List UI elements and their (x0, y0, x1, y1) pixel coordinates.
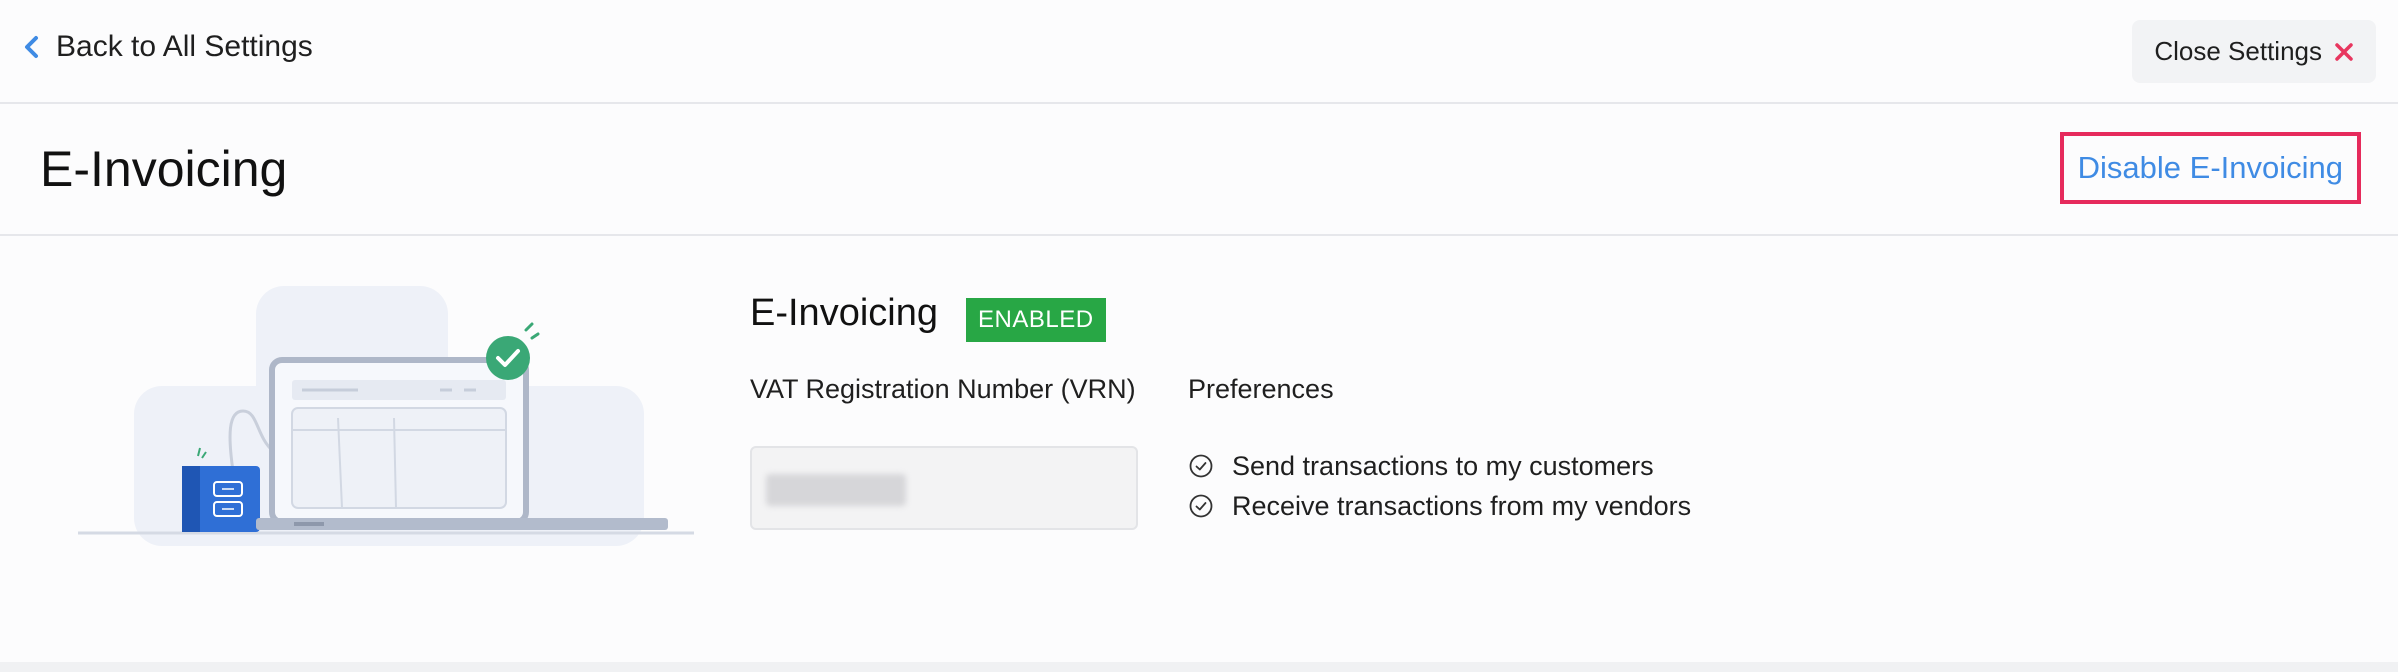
list-item: Receive transactions from my vendors (1188, 486, 1691, 526)
preferences-list: Send transactions to my customers Receiv… (1188, 446, 1691, 526)
einvoicing-illustration (78, 286, 694, 546)
preferences-label: Preferences (1188, 374, 1334, 404)
close-settings-button[interactable]: Close Settings (2132, 20, 2376, 83)
einvoicing-content: E-Invoicing ENABLED VAT Registration Num… (0, 236, 2398, 662)
list-item: Send transactions to my customers (1188, 446, 1691, 486)
preference-text: Send transactions to my customers (1232, 450, 1654, 481)
check-circle-icon (1189, 454, 1213, 478)
back-to-settings-link[interactable]: Back to All Settings (22, 30, 313, 64)
settings-topbar: Back to All Settings Close Settings (0, 0, 2398, 104)
preference-text: Receive transactions from my vendors (1232, 490, 1692, 521)
page-bottom-divider (0, 662, 2398, 672)
close-settings-label: Close Settings (2154, 36, 2322, 66)
page-title: E-Invoicing (40, 141, 288, 197)
vrn-field (750, 446, 1138, 530)
chevron-left-icon (25, 36, 38, 58)
disable-einvoicing-link[interactable]: Disable E-Invoicing (2059, 132, 2361, 204)
check-circle-icon (1189, 494, 1213, 518)
disable-einvoicing-label: Disable E-Invoicing (2077, 150, 2343, 185)
vrn-label: VAT Registration Number (VRN) (750, 374, 1136, 404)
feature-title: E-Invoicing (750, 292, 938, 334)
back-link-label: Back to All Settings (56, 30, 313, 63)
vrn-value-redacted (766, 474, 906, 506)
close-icon (2335, 42, 2353, 61)
page-header: E-Invoicing Disable E-Invoicing (0, 104, 2398, 236)
status-badge: ENABLED (966, 298, 1106, 342)
